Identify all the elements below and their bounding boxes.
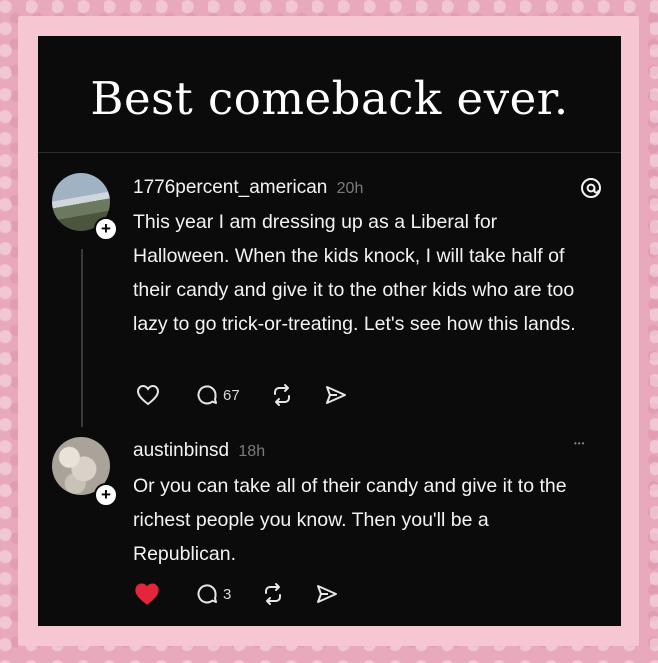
like-button[interactable] bbox=[134, 582, 160, 606]
comment-icon bbox=[197, 385, 217, 405]
divider bbox=[38, 152, 621, 153]
post-actions: 3 bbox=[134, 582, 339, 606]
post-text: Or you can take all of their candy and g… bbox=[133, 475, 567, 565]
post-actions: 67 bbox=[136, 383, 348, 407]
repost-button[interactable] bbox=[270, 383, 294, 407]
repost-icon bbox=[265, 583, 282, 605]
share-button[interactable] bbox=[324, 383, 348, 407]
thread-line bbox=[81, 249, 83, 427]
follow-plus-icon[interactable]: + bbox=[94, 483, 118, 507]
like-button[interactable] bbox=[136, 384, 160, 406]
comment-icon bbox=[197, 584, 217, 604]
username-line: austinbinsd 18h bbox=[133, 440, 265, 462]
headline: Best comeback ever. bbox=[90, 72, 569, 125]
timestamp: 18h bbox=[238, 443, 266, 460]
reply-button[interactable]: 67 bbox=[195, 383, 240, 407]
reply-button[interactable]: 3 bbox=[195, 582, 231, 606]
heart-filled-icon bbox=[135, 583, 159, 605]
more-icon[interactable]: ••• bbox=[574, 439, 585, 448]
post-panel: Best comeback ever. + 1776percent_americ… bbox=[38, 36, 621, 626]
heart-icon bbox=[136, 384, 160, 406]
username[interactable]: 1776percent_american bbox=[133, 177, 327, 198]
repost-icon bbox=[273, 384, 290, 406]
timestamp: 20h bbox=[336, 180, 364, 197]
share-icon bbox=[325, 386, 346, 404]
reply-count: 67 bbox=[223, 386, 240, 404]
share-button[interactable] bbox=[315, 582, 339, 606]
username-line: 1776percent_american 20h bbox=[133, 177, 363, 199]
reply-count: 3 bbox=[223, 585, 232, 603]
follow-plus-icon[interactable]: + bbox=[94, 217, 118, 241]
repost-button[interactable] bbox=[261, 582, 285, 606]
post-text: This year I am dressing up as a Liberal … bbox=[133, 211, 576, 335]
username[interactable]: austinbinsd bbox=[133, 440, 229, 461]
threads-logo-icon[interactable] bbox=[580, 177, 602, 199]
share-icon bbox=[317, 585, 338, 603]
